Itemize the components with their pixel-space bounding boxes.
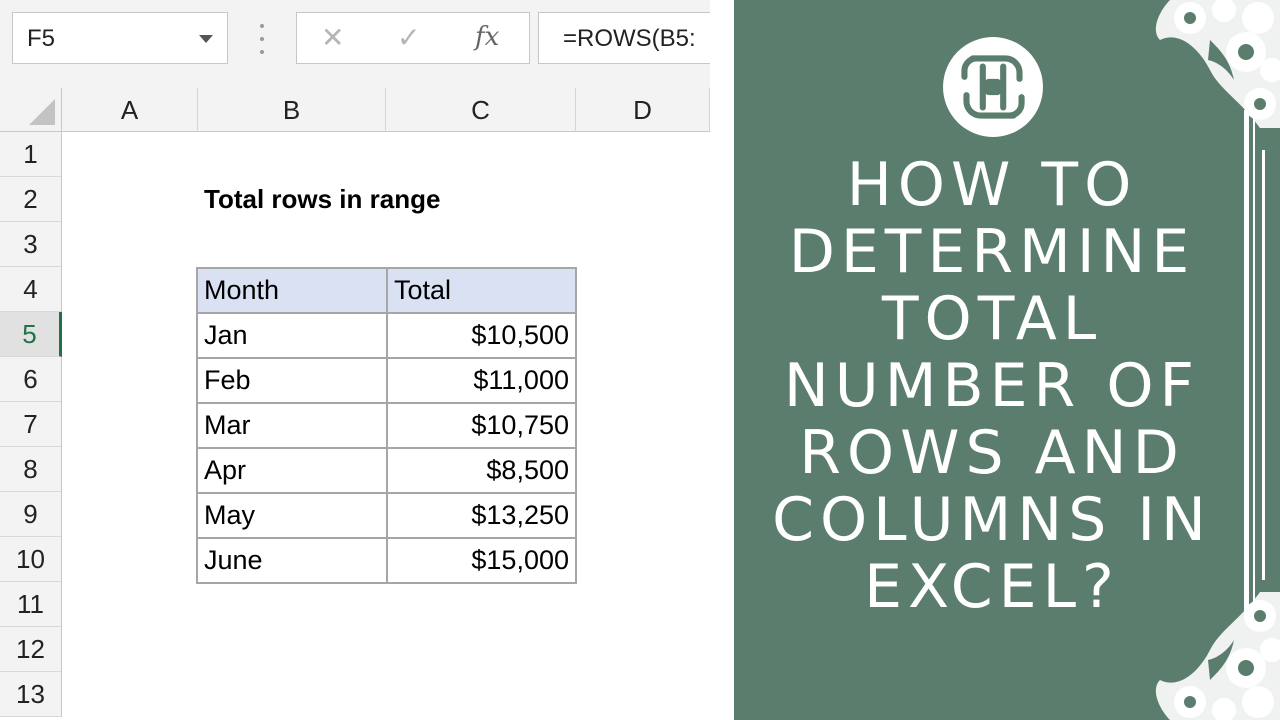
cell-month[interactable]: Feb bbox=[196, 357, 388, 404]
row-header-1[interactable]: 1 bbox=[0, 132, 62, 177]
cell-total[interactable]: $11,000 bbox=[386, 357, 577, 404]
headline-line: TOTAL bbox=[881, 284, 1103, 354]
cell-total[interactable]: $10,750 bbox=[386, 402, 577, 449]
cell-month[interactable]: Jan bbox=[196, 312, 388, 359]
row-header-10[interactable]: 10 bbox=[0, 537, 62, 582]
cell-total[interactable]: $13,250 bbox=[386, 492, 577, 539]
cell-month[interactable]: May bbox=[196, 492, 388, 539]
cell-month[interactable]: June bbox=[196, 537, 388, 584]
table-row: Mar $10,750 bbox=[196, 402, 577, 449]
table-row: June $15,000 bbox=[196, 537, 577, 584]
divider bbox=[710, 0, 734, 720]
column-header-c[interactable]: C bbox=[386, 88, 576, 132]
chevron-down-icon[interactable] bbox=[199, 35, 213, 43]
row-header-12[interactable]: 12 bbox=[0, 627, 62, 672]
headline-line: HOW TO bbox=[846, 150, 1138, 220]
header-cell-month[interactable]: Month bbox=[196, 267, 388, 314]
name-box[interactable]: F5 bbox=[12, 12, 228, 64]
cell-total[interactable]: $10,500 bbox=[386, 312, 577, 359]
header-cell-total[interactable]: Total bbox=[386, 267, 577, 314]
table-row: Feb $11,000 bbox=[196, 357, 577, 404]
fx-icon[interactable]: fx bbox=[475, 22, 499, 52]
row-header-11[interactable]: 11 bbox=[0, 582, 62, 627]
table-row: Apr $8,500 bbox=[196, 447, 577, 494]
row-header-5[interactable]: 5 bbox=[0, 312, 62, 357]
select-all-button[interactable] bbox=[0, 88, 62, 132]
column-header-a[interactable]: A bbox=[62, 88, 198, 132]
cell-total[interactable]: $8,500 bbox=[386, 447, 577, 494]
floral-ornament-icon bbox=[1155, 592, 1280, 720]
formula-actions: ✕ ✓ fx bbox=[296, 12, 530, 64]
table-row: Jan $10,500 bbox=[196, 312, 577, 359]
close-icon[interactable]: ✕ bbox=[321, 21, 344, 54]
table-header-row: Month Total bbox=[196, 267, 577, 314]
headline-line: DETERMINE bbox=[788, 217, 1196, 287]
formula-input[interactable]: =ROWS(B5: bbox=[538, 12, 710, 64]
cell-total[interactable]: $15,000 bbox=[386, 537, 577, 584]
row-header-8[interactable]: 8 bbox=[0, 447, 62, 492]
more-options-icon[interactable] bbox=[255, 24, 269, 54]
data-table: Month Total Jan $10,500 Feb $11,000 Mar … bbox=[196, 267, 577, 584]
formula-text: =ROWS(B5: bbox=[563, 25, 696, 52]
brand-logo-icon bbox=[943, 37, 1043, 137]
column-header-d[interactable]: D bbox=[576, 88, 710, 132]
row-header-2[interactable]: 2 bbox=[0, 177, 62, 222]
excel-screenshot: F5 ✕ ✓ fx =ROWS(B5: A B C D 1 2 3 4 5 6 … bbox=[0, 0, 710, 720]
title-banner: HOW TO DETERMINE TOTAL NUMBER OF ROWS AN… bbox=[734, 0, 1280, 720]
floral-ornament-icon bbox=[1155, 0, 1280, 128]
row-header-9[interactable]: 9 bbox=[0, 492, 62, 537]
row-header-7[interactable]: 7 bbox=[0, 402, 62, 447]
check-icon[interactable]: ✓ bbox=[397, 21, 420, 54]
cell-month[interactable]: Mar bbox=[196, 402, 388, 449]
row-header-6[interactable]: 6 bbox=[0, 357, 62, 402]
sheet-title: Total rows in range bbox=[204, 184, 441, 214]
row-header-4[interactable]: 4 bbox=[0, 267, 62, 312]
row-header-3[interactable]: 3 bbox=[0, 222, 62, 267]
column-header-b[interactable]: B bbox=[198, 88, 386, 132]
headline: HOW TO DETERMINE TOTAL NUMBER OF ROWS AN… bbox=[754, 152, 1230, 621]
formula-bar-area: F5 ✕ ✓ fx =ROWS(B5: bbox=[0, 0, 710, 88]
headline-line: ROWS AND bbox=[799, 418, 1185, 488]
row-header-13[interactable]: 13 bbox=[0, 672, 62, 717]
name-box-value: F5 bbox=[27, 25, 56, 52]
cell-month[interactable]: Apr bbox=[196, 447, 388, 494]
table-row: May $13,250 bbox=[196, 492, 577, 539]
headline-line: COLUMNS IN bbox=[772, 485, 1212, 555]
headline-line: NUMBER OF bbox=[783, 351, 1201, 421]
